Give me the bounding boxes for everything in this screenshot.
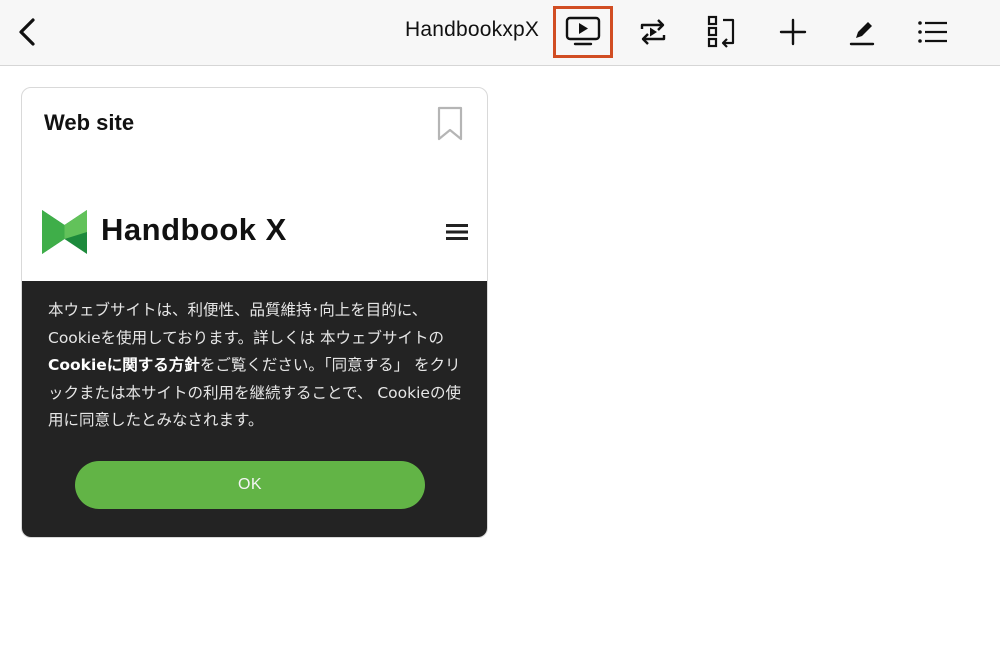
reorder-icon [707, 15, 735, 48]
cookie-policy-link[interactable]: Cookieに関する方針 [48, 356, 200, 374]
cookie-message: 本ウェブサイトは、利便性、品質維持･向上を目的に、Cookieを使用しております… [48, 297, 463, 435]
web-site-card[interactable]: Web site Handbook X 本ウェブサイトは、利便性、品質維持･向上… [21, 87, 488, 538]
pencil-icon [849, 22, 875, 46]
plus-icon [779, 18, 807, 46]
bookmark-icon [437, 106, 463, 141]
cookie-consent-banner: 本ウェブサイトは、利便性、品質維持･向上を目的に、Cookieを使用しております… [22, 281, 487, 537]
present-button[interactable] [553, 6, 613, 58]
present-screen-icon [565, 16, 601, 46]
add-button[interactable] [771, 12, 815, 52]
edit-button[interactable] [840, 12, 884, 52]
reorder-button[interactable] [700, 12, 744, 52]
hamburger-icon [446, 224, 468, 240]
site-menu-button[interactable] [442, 218, 472, 246]
cookie-ok-button[interactable]: OK [75, 461, 425, 509]
list-button[interactable] [911, 12, 955, 52]
list-icon [918, 21, 947, 43]
cookie-text-part-1: 本ウェブサイトは、利便性、品質維持･向上を目的に、Cookieを使用しております… [48, 301, 445, 347]
loop-play-icon [640, 19, 666, 45]
back-button[interactable] [12, 14, 42, 50]
chevron-left-icon [19, 18, 35, 46]
bookmark-button[interactable] [435, 106, 465, 142]
loop-play-button[interactable] [631, 12, 675, 52]
card-title: Web site [44, 110, 135, 135]
site-header: Handbook X [42, 208, 472, 256]
document-title: HandbookxpX [405, 18, 540, 41]
top-toolbar: HandbookxpX [0, 0, 1000, 66]
site-logo-text: Handbook X [101, 212, 287, 247]
handbook-x-logo-icon [42, 210, 87, 254]
